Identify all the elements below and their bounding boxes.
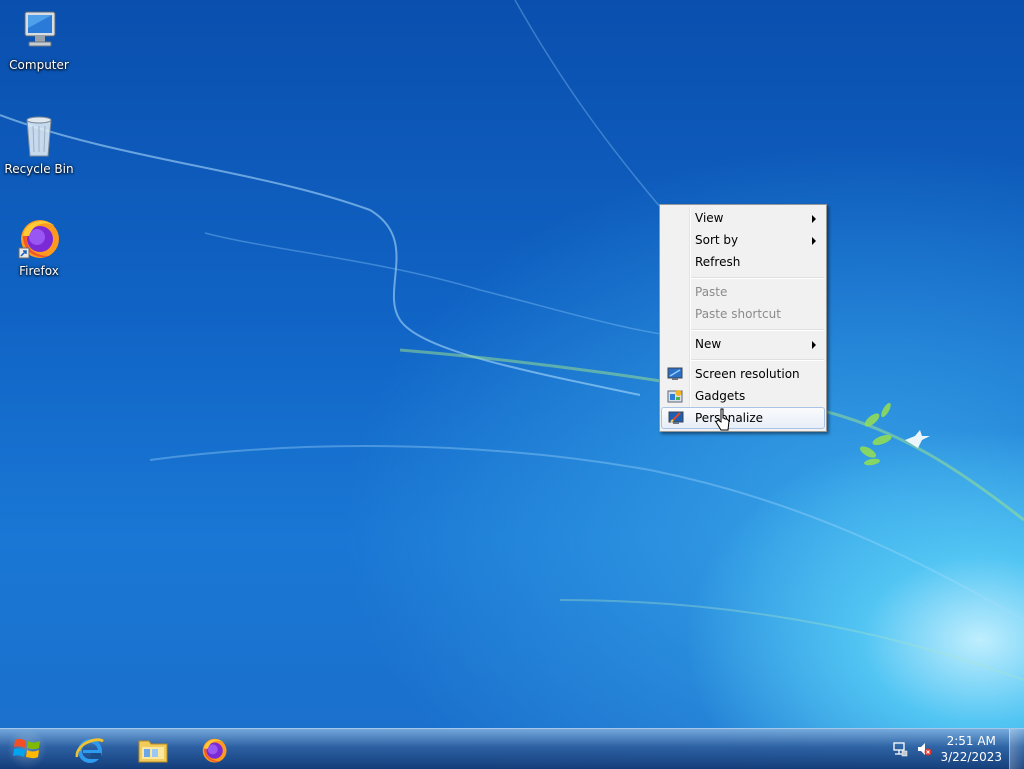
menu-separator xyxy=(691,359,824,361)
desktop-icon-recycle-bin[interactable]: Recycle Bin xyxy=(1,112,77,176)
menu-item-label: View xyxy=(695,211,724,225)
start-button[interactable] xyxy=(0,729,54,769)
submenu-arrow-icon xyxy=(812,215,816,223)
clock[interactable]: 2:51 AM 3/22/2023 xyxy=(940,733,1002,765)
internet-explorer-icon xyxy=(75,738,104,763)
wallpaper-swoosh xyxy=(0,0,1024,681)
firefox-icon xyxy=(18,220,59,259)
notification-area: 2:51 AM 3/22/2023 xyxy=(884,729,1024,769)
menu-item-sort-by[interactable]: Sort by xyxy=(662,229,824,251)
submenu-arrow-icon xyxy=(812,237,816,245)
menu-item-personalize[interactable]: Personalize xyxy=(661,407,825,429)
menu-item-new[interactable]: New xyxy=(662,333,824,355)
bird-decoration xyxy=(905,430,930,448)
desktop-context-menu: View Sort by Refresh Paste Paste shortcu… xyxy=(659,204,827,432)
mouse-cursor-icon xyxy=(715,408,730,431)
taskbar: 2:51 AM 3/22/2023 xyxy=(0,728,1024,769)
network-icon[interactable] xyxy=(892,741,908,757)
desktop[interactable]: Computer Recycle Bin Firefox View Sort b… xyxy=(0,0,1024,728)
menu-item-gadgets[interactable]: Gadgets xyxy=(662,385,824,407)
gadgets-icon xyxy=(667,390,683,403)
submenu-arrow-icon xyxy=(812,341,816,349)
show-desktop-button[interactable] xyxy=(1009,729,1024,769)
menu-item-refresh[interactable]: Refresh xyxy=(662,251,824,273)
desktop-icon-firefox[interactable]: Firefox xyxy=(1,214,77,278)
taskbar-firefox[interactable] xyxy=(186,731,240,767)
menu-separator xyxy=(691,277,824,279)
menu-item-label: Sort by xyxy=(695,233,739,247)
menu-item-label: Paste xyxy=(695,285,728,299)
desktop-icon-computer[interactable]: Computer xyxy=(1,8,77,72)
clock-date: 3/22/2023 xyxy=(940,750,1002,764)
menu-item-paste-shortcut: Paste shortcut xyxy=(662,303,824,325)
menu-item-view[interactable]: View xyxy=(662,207,824,229)
windows-logo-icon xyxy=(13,738,40,759)
taskbar-internet-explorer[interactable] xyxy=(62,731,116,767)
menu-item-label: Paste shortcut xyxy=(695,307,781,321)
menu-item-label: New xyxy=(695,337,722,351)
clock-time: 2:51 AM xyxy=(946,734,996,748)
firefox-icon xyxy=(202,738,227,763)
desktop-icon-label: Computer xyxy=(9,58,69,72)
menu-item-screen-resolution[interactable]: Screen resolution xyxy=(662,363,824,385)
menu-separator xyxy=(691,329,824,331)
computer-icon xyxy=(24,11,56,47)
recycle-bin-icon xyxy=(26,116,52,157)
menu-item-label: Gadgets xyxy=(695,389,746,403)
screen-resolution-icon xyxy=(667,367,683,380)
desktop-icon-label: Firefox xyxy=(19,264,59,278)
folder-icon xyxy=(138,740,168,763)
leaf-decoration xyxy=(859,402,892,466)
menu-item-label: Screen resolution xyxy=(695,367,800,381)
menu-item-label: Refresh xyxy=(695,255,741,269)
taskbar-windows-explorer[interactable] xyxy=(124,731,178,767)
volume-muted-icon[interactable] xyxy=(916,741,932,757)
personalize-icon xyxy=(668,411,684,424)
desktop-icon-label: Recycle Bin xyxy=(4,162,74,176)
menu-item-paste: Paste xyxy=(662,281,824,303)
